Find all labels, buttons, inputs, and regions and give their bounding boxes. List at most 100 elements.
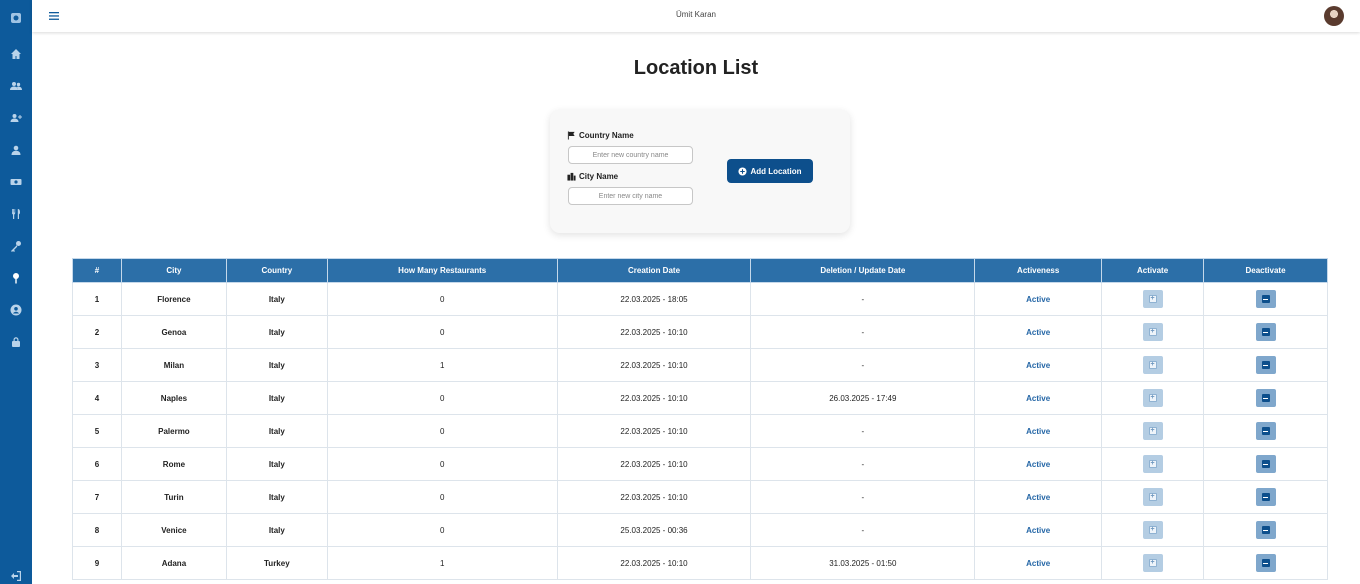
cell-deactivate (1203, 546, 1328, 580)
minus-square-icon (1261, 394, 1270, 402)
table-row: 1 Florence Italy 0 22.03.2025 - 18:05- Active… (72, 282, 1328, 316)
top-bar: Ümit Karan (32, 0, 1360, 32)
deactivate-button[interactable] (1255, 356, 1276, 374)
cell-city: Rome (120, 447, 227, 481)
home-icon[interactable] (8, 46, 24, 62)
deactivate-button[interactable] (1255, 554, 1276, 572)
cell-creation-date: 22.03.2025 - 10:10 (556, 414, 752, 448)
users-icon[interactable] (8, 78, 24, 94)
cell-creation-date: 22.03.2025 - 10:10 (556, 315, 752, 349)
col-header-creation-date: Creation Date (556, 258, 752, 283)
table-row: 2 Genoa Italy 0 22.03.2025 - 10:10- Active + (72, 315, 1328, 349)
location-pin-icon[interactable] (8, 270, 24, 286)
cell-country: Italy (225, 381, 328, 415)
cell-restaurant-count: 0 (326, 480, 558, 514)
table-row: 3 Milan Italy 1 22.03.2025 - 10:10- Active + (72, 348, 1328, 382)
cell-update-date: - (750, 315, 976, 349)
cell-status: Active (974, 546, 1103, 580)
cell-update-date: - (750, 282, 976, 316)
table-row: 7 Turin Italy 0 22.03.2025 - 10:10- Active + (72, 480, 1328, 514)
cell-restaurant-count: 0 (326, 381, 558, 415)
col-header-activeness: Activeness (974, 258, 1103, 283)
cell-deactivate (1203, 315, 1328, 349)
country-name-input[interactable] (568, 146, 693, 164)
activate-button[interactable]: + (1142, 290, 1163, 308)
lock-icon[interactable] (8, 334, 24, 350)
deactivate-button[interactable] (1255, 521, 1276, 539)
app-logo-icon[interactable] (8, 10, 24, 26)
cell-country: Italy (225, 414, 328, 448)
cell-activate: + (1101, 414, 1205, 448)
activate-button[interactable]: + (1142, 323, 1163, 341)
cell-activate: + (1101, 480, 1205, 514)
cell-status: Active (974, 480, 1103, 514)
cell-city: Turin (120, 480, 227, 514)
money-icon[interactable] (8, 174, 24, 190)
restaurant-icon[interactable] (8, 206, 24, 222)
plus-square-icon: + (1148, 295, 1157, 303)
sidebar (0, 0, 32, 584)
plus-square-icon: + (1148, 460, 1157, 468)
cell-creation-date: 22.03.2025 - 18:05 (556, 282, 752, 316)
cell-creation-date: 22.03.2025 - 10:10 (556, 381, 752, 415)
cell-update-date: 26.03.2025 - 17:49 (750, 381, 976, 415)
deactivate-button[interactable] (1255, 422, 1276, 440)
key-icon[interactable] (8, 238, 24, 254)
plus-square-icon: + (1148, 394, 1157, 402)
cell-country: Turkey (225, 546, 328, 580)
col-header-deactivate: Deactivate (1203, 258, 1328, 283)
activate-button[interactable]: + (1142, 356, 1163, 374)
cell-restaurant-count: 1 (326, 348, 558, 382)
cell-status: Active (974, 513, 1103, 547)
cell-deactivate (1203, 513, 1328, 547)
cell-activate: + (1101, 315, 1205, 349)
cell-activate: + (1101, 381, 1205, 415)
cell-update-date: - (750, 447, 976, 481)
deactivate-button[interactable] (1255, 389, 1276, 407)
activate-button[interactable]: + (1142, 554, 1163, 572)
deactivate-button[interactable] (1255, 455, 1276, 473)
account-circle-icon[interactable] (8, 302, 24, 318)
cell-restaurant-count: 0 (326, 315, 558, 349)
cell-number: 1 (72, 282, 122, 316)
avatar[interactable] (1324, 6, 1344, 26)
col-header-country: Country (225, 258, 328, 283)
deactivate-button[interactable] (1255, 488, 1276, 506)
add-location-button[interactable]: Add Location (727, 159, 813, 183)
flag-icon (567, 131, 575, 140)
city-icon (567, 172, 576, 181)
minus-square-icon (1261, 361, 1270, 369)
user-name: Ümit Karan (675, 10, 716, 19)
cell-country: Italy (225, 513, 328, 547)
deactivate-button[interactable] (1255, 323, 1276, 341)
logout-icon[interactable] (8, 568, 24, 584)
activate-button[interactable]: + (1142, 455, 1163, 473)
col-header-update-date: Deletion / Update Date (750, 258, 976, 283)
minus-square-icon (1261, 460, 1270, 468)
cell-number: 4 (72, 381, 122, 415)
deactivate-button[interactable] (1255, 290, 1276, 308)
cell-status: Active (974, 348, 1103, 382)
table-row: 5 Palermo Italy 0 22.03.2025 - 10:10- Active + (72, 414, 1328, 448)
cell-restaurant-count: 0 (326, 414, 558, 448)
city-name-label-text: City Name (579, 172, 619, 181)
cell-creation-date: 22.03.2025 - 10:10 (556, 447, 752, 481)
country-name-label-text: Country Name (579, 131, 634, 140)
plus-square-icon: + (1148, 427, 1157, 435)
table-row: 4 Naples Italy 0 22.03.2025 - 10:10 26.03.202… (72, 381, 1328, 415)
activate-button[interactable]: + (1142, 521, 1163, 539)
cell-deactivate (1203, 447, 1328, 481)
col-header-city: City (120, 258, 227, 283)
minus-square-icon (1261, 328, 1270, 336)
cell-restaurant-count: 0 (326, 447, 558, 481)
table-header-row: # City Country How Many Restaurants Crea… (72, 258, 1328, 283)
add-location-label: Add Location (750, 166, 802, 176)
cell-city: Milan (120, 348, 227, 382)
activate-button[interactable]: + (1142, 422, 1163, 440)
activate-button[interactable]: + (1142, 389, 1163, 407)
city-name-input[interactable] (568, 187, 693, 205)
add-user-icon[interactable] (8, 110, 24, 126)
col-header-number: # (72, 258, 122, 283)
activate-button[interactable]: + (1142, 488, 1163, 506)
user-icon[interactable] (8, 142, 24, 158)
